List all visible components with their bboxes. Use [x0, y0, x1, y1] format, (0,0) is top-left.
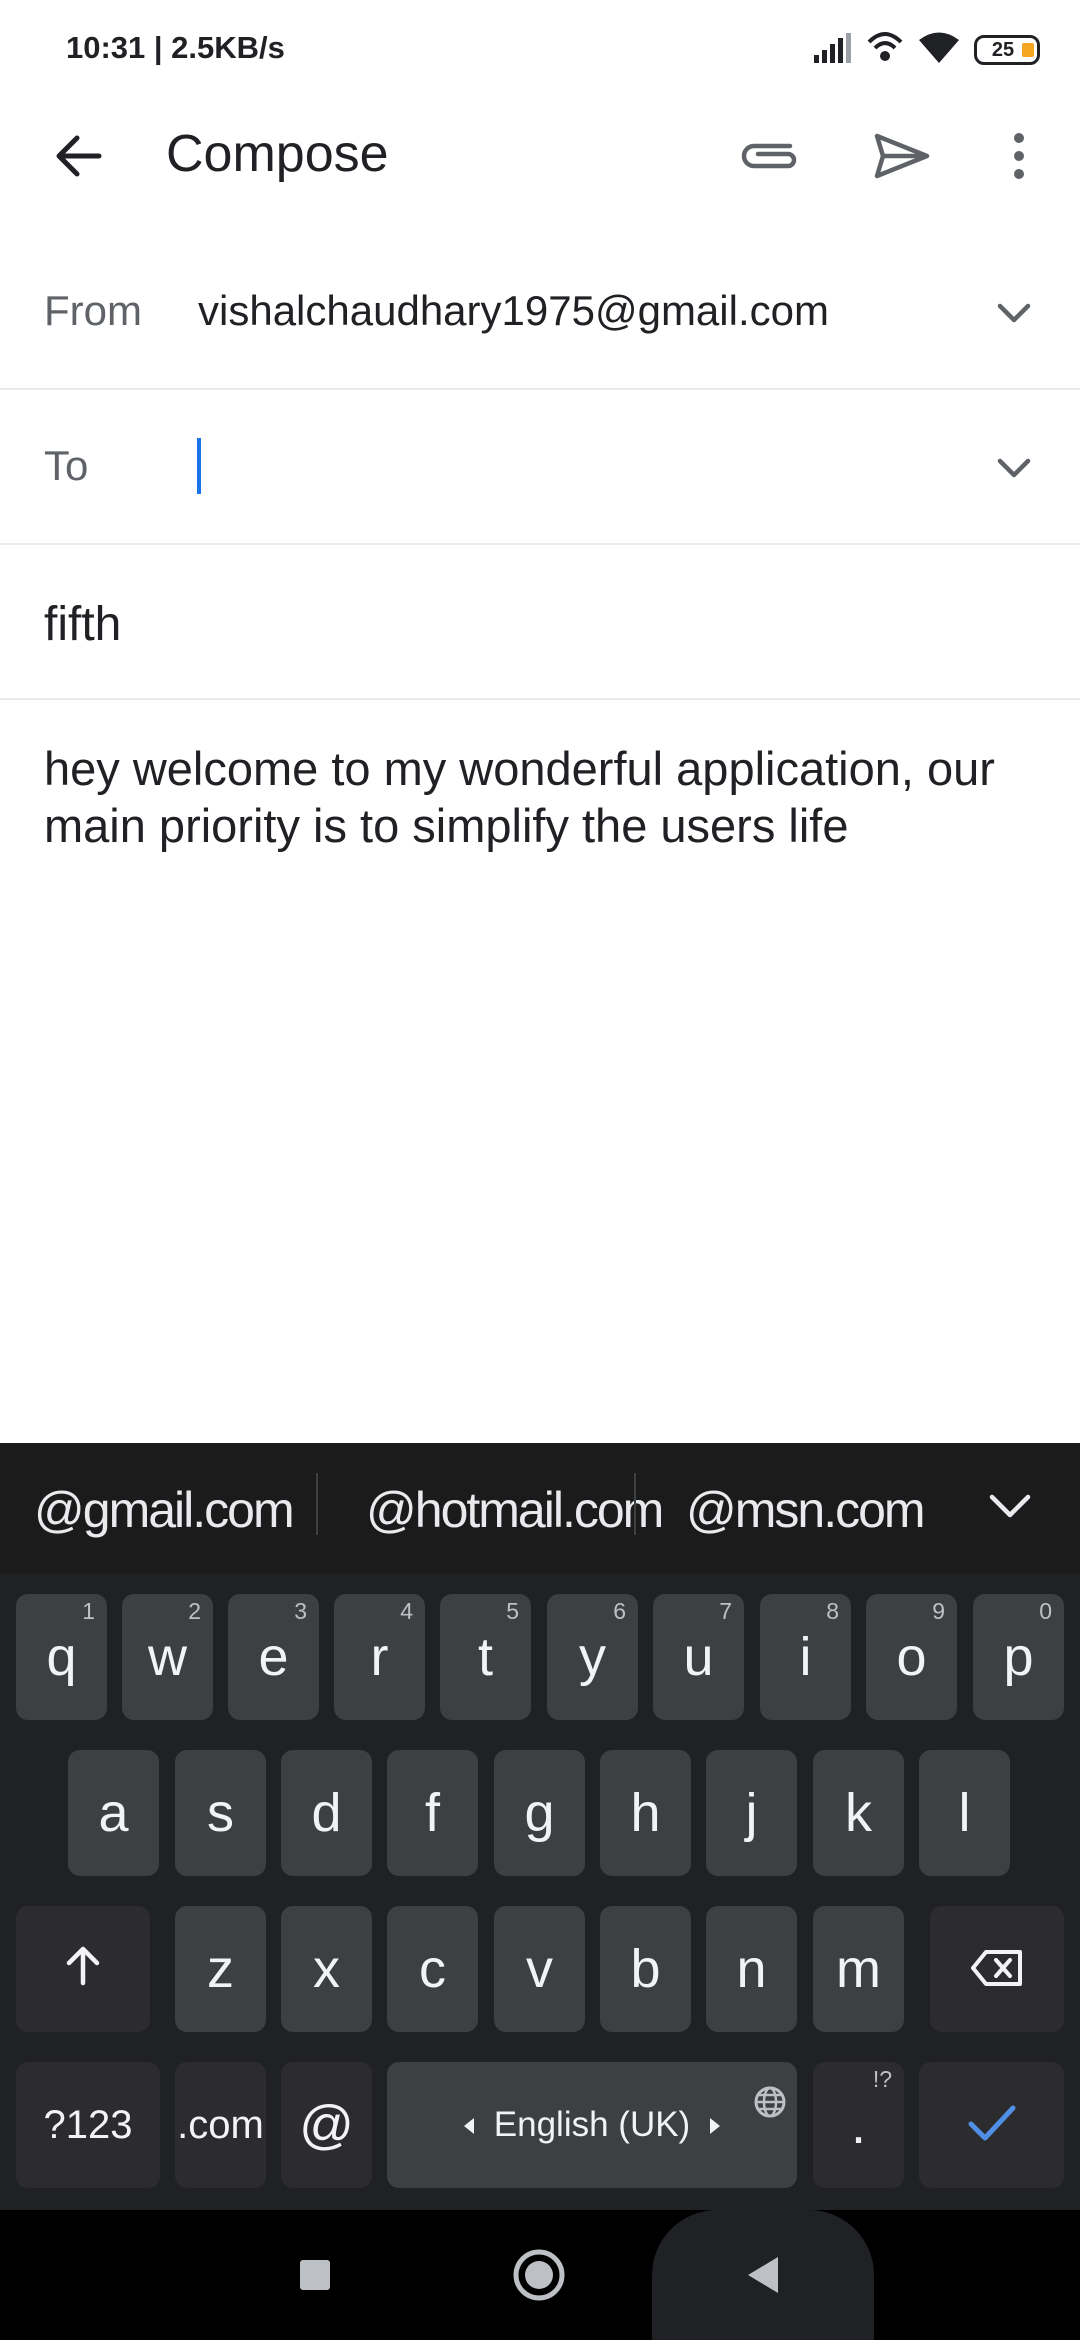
period-key-hint: !? — [872, 2066, 892, 2092]
at-key[interactable]: @ — [281, 2062, 372, 2188]
attach-button[interactable] — [730, 122, 810, 194]
key-j[interactable]: j — [706, 1750, 797, 1876]
suggestion-divider — [634, 1473, 636, 1535]
home-button[interactable] — [494, 2232, 584, 2322]
from-label: From — [44, 287, 142, 334]
back-nav-button[interactable] — [718, 2232, 808, 2322]
shift-arrow-icon — [63, 1938, 103, 2000]
checkmark-icon — [967, 2094, 1017, 2156]
from-field[interactable]: vishalchaudhary1975@gmail.com — [198, 287, 829, 335]
text-cursor — [197, 438, 201, 494]
to-expand-button[interactable] — [984, 440, 1044, 500]
app-bar: Compose — [0, 100, 1080, 215]
key-k[interactable]: k — [813, 1750, 904, 1876]
caret-left-icon — [462, 2105, 476, 2145]
key-m[interactable]: m — [813, 1906, 904, 2032]
to-input[interactable] — [190, 428, 950, 508]
back-arrow-icon — [53, 134, 103, 183]
key-a[interactable]: a — [68, 1750, 159, 1876]
caret-right-icon — [708, 2105, 722, 2145]
keyboard: @gmail.com @hotmail.com @msn.com q1 w2 e… — [0, 1443, 1080, 2210]
backspace-icon — [970, 1938, 1024, 2000]
chevron-down-icon — [988, 1493, 1032, 1524]
to-label: To — [44, 442, 89, 489]
collapse-suggestions-button[interactable] — [980, 1483, 1040, 1533]
send-button[interactable] — [862, 122, 942, 194]
key-g[interactable]: g — [494, 1750, 585, 1876]
navigation-bar — [0, 2210, 1080, 2340]
battery-icon: 25 — [974, 35, 1040, 65]
key-v[interactable]: v — [494, 1906, 585, 2032]
suggestion-gmail[interactable]: @gmail.com — [34, 1481, 295, 1539]
key-n[interactable]: n — [706, 1906, 797, 2032]
suggestion-hotmail[interactable]: @hotmail.com — [366, 1481, 664, 1539]
body-field[interactable]: hey welcome to my wonderful application,… — [44, 740, 1044, 854]
space-key-label: English (UK) — [493, 2105, 691, 2144]
key-q[interactable]: q1 — [16, 1594, 107, 1720]
suggestion-msn[interactable]: @msn.com — [686, 1481, 926, 1539]
more-options-button[interactable] — [994, 122, 1044, 194]
key-l[interactable]: l — [919, 1750, 1010, 1876]
recents-button[interactable] — [270, 2232, 360, 2322]
symbols-key[interactable]: ?123 — [16, 2062, 160, 2188]
chevron-down-icon — [996, 302, 1032, 329]
key-y[interactable]: y6 — [547, 1594, 638, 1720]
space-key[interactable]: English (UK) — [387, 2062, 797, 2188]
key-b[interactable]: b — [600, 1906, 691, 2032]
key-z[interactable]: z — [175, 1906, 266, 2032]
key-c[interactable]: c — [387, 1906, 478, 2032]
key-x[interactable]: x — [281, 1906, 372, 2032]
key-d[interactable]: d — [281, 1750, 372, 1876]
key-p[interactable]: p0 — [973, 1594, 1064, 1720]
page-title: Compose — [166, 125, 389, 183]
backspace-key[interactable] — [930, 1906, 1064, 2032]
globe-icon — [753, 2070, 787, 2132]
back-triangle-icon — [744, 2255, 782, 2300]
dotcom-key[interactable]: .com — [175, 2062, 266, 2188]
status-bar: 10:31 | 2.5KB/s 25 — [0, 0, 1080, 100]
key-e[interactable]: e3 — [228, 1594, 319, 1720]
key-s[interactable]: s — [175, 1750, 266, 1876]
subject-row: fifth — [0, 545, 1080, 700]
status-icons: 25 — [812, 28, 1040, 72]
subject-field[interactable]: fifth — [44, 597, 121, 652]
more-vert-icon — [1012, 132, 1026, 185]
key-i[interactable]: i8 — [760, 1594, 851, 1720]
home-circle-icon — [512, 2248, 566, 2307]
send-icon — [873, 132, 931, 185]
signal-icon — [812, 32, 852, 68]
key-u[interactable]: u7 — [653, 1594, 744, 1720]
from-expand-button[interactable] — [984, 285, 1044, 345]
suggestion-bar: @gmail.com @hotmail.com @msn.com — [0, 1443, 1080, 1573]
key-f[interactable]: f — [387, 1750, 478, 1876]
to-row: To — [0, 390, 1080, 545]
battery-level: 25 — [991, 38, 1015, 61]
recents-square-icon — [298, 2258, 332, 2297]
key-o[interactable]: o9 — [866, 1594, 957, 1720]
key-w[interactable]: w2 — [122, 1594, 213, 1720]
period-key[interactable]: . !? — [813, 2062, 904, 2188]
wifi-icon — [918, 31, 960, 70]
key-t[interactable]: t5 — [440, 1594, 531, 1720]
chevron-down-icon — [996, 457, 1032, 484]
back-button[interactable] — [36, 122, 120, 194]
from-row: From vishalchaudhary1975@gmail.com — [0, 235, 1080, 390]
shift-key[interactable] — [16, 1906, 150, 2032]
paperclip-icon — [740, 136, 800, 181]
enter-key[interactable] — [919, 2062, 1064, 2188]
hotspot-icon — [866, 30, 904, 71]
key-h[interactable]: h — [600, 1750, 691, 1876]
suggestion-divider — [316, 1473, 318, 1535]
status-time: 10:31 | 2.5KB/s — [66, 30, 285, 65]
key-r[interactable]: r4 — [334, 1594, 425, 1720]
